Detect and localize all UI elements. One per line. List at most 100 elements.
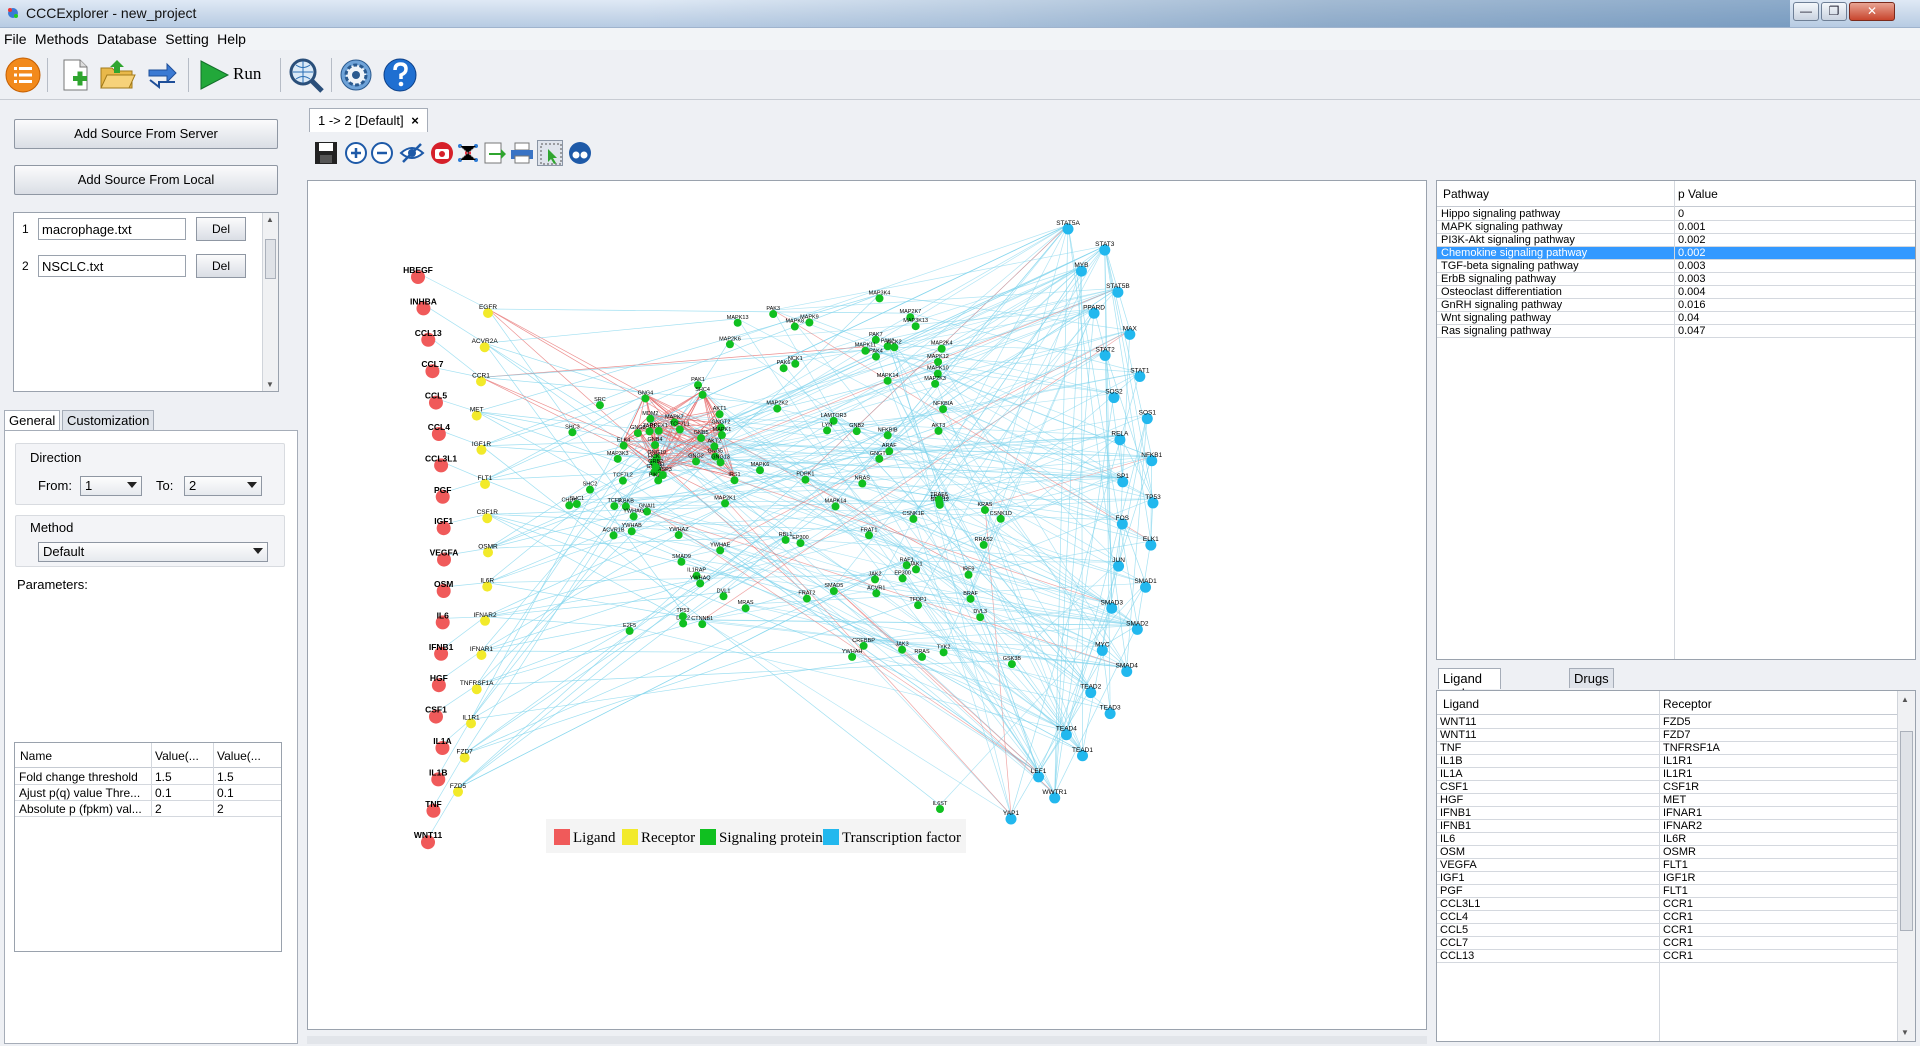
source-file-field[interactable]: NSCLC.txt — [38, 255, 186, 277]
menu-setting[interactable]: Setting — [161, 28, 209, 47]
to-select[interactable]: 2 — [184, 476, 262, 496]
tab-general[interactable]: General — [4, 410, 61, 431]
signaling-node[interactable]: YWHAG — [623, 508, 644, 521]
method-select[interactable]: Default — [38, 542, 268, 562]
maximize-button[interactable]: ❐ — [1821, 2, 1847, 21]
signaling-node[interactable]: LYN — [822, 422, 832, 435]
close-window-button[interactable]: ✕ — [1849, 2, 1895, 21]
receptor-node[interactable]: IFNAR2 — [473, 612, 497, 626]
tab-ligand-and-receptor[interactable]: Ligand and Receptor — [1438, 668, 1501, 716]
layout-button[interactable] — [455, 140, 481, 166]
table-row[interactable]: IL6 IL6R — [1437, 833, 1899, 846]
signaling-node[interactable]: MAP2K3 — [924, 376, 946, 388]
tf-node[interactable]: FOS — [1116, 515, 1130, 530]
column-header-receptor[interactable]: Receptor — [1663, 697, 1712, 711]
tf-node[interactable]: STAT3 — [1095, 241, 1115, 256]
signaling-node[interactable]: CTNNB1 — [691, 616, 713, 629]
zoom-out-button[interactable] — [369, 140, 395, 166]
signaling-node[interactable]: NFKBIB — [878, 427, 898, 440]
signaling-node[interactable]: IL6ST — [933, 801, 948, 813]
table-row[interactable]: Chemokine signaling pathway 0.002 — [1437, 247, 1915, 260]
ligand-node[interactable]: OSM — [434, 579, 453, 598]
receptor-node[interactable]: CSF1R — [477, 509, 499, 524]
table-row[interactable]: Ajust p(q) value Thre... 0.1 0.1 — [15, 785, 281, 801]
select-mode-button[interactable] — [537, 140, 563, 166]
table-row[interactable]: IL1B IL1R1 — [1437, 755, 1899, 768]
table-row[interactable]: Osteoclast differentiation 0.004 — [1437, 286, 1915, 299]
signaling-node[interactable]: YWHAH — [842, 649, 863, 661]
table-row[interactable]: CCL3L1 CCR1 — [1437, 898, 1899, 911]
signaling-node[interactable]: IRS1 — [728, 472, 741, 485]
ligand-node[interactable]: INHBA — [410, 296, 437, 316]
receptor-node[interactable]: IL1R1 — [462, 714, 480, 729]
canvas-scrollbar[interactable] — [307, 1036, 1427, 1044]
receptor-node[interactable]: OSMR — [478, 543, 498, 558]
signaling-node[interactable]: MAP2K6 — [719, 336, 741, 349]
from-select[interactable]: 1 — [80, 476, 142, 496]
tf-node[interactable]: YAP1 — [1003, 810, 1020, 825]
signaling-node[interactable]: SRC — [594, 397, 606, 410]
delete-source-button[interactable]: Del — [196, 217, 246, 241]
ligand-node[interactable]: PGF — [434, 485, 451, 504]
table-row[interactable]: GnRH signaling pathway 0.016 — [1437, 299, 1915, 312]
receptor-node[interactable]: FZD7 — [457, 749, 474, 763]
table-row[interactable]: IFNB1 IFNAR2 — [1437, 820, 1899, 833]
signaling-node[interactable]: MAP2K1 — [714, 495, 736, 508]
signaling-node[interactable]: YWHAQ — [690, 575, 712, 588]
tf-node[interactable]: TEAD1 — [1072, 747, 1093, 762]
signaling-node[interactable]: SHC2 — [583, 482, 598, 494]
table-row[interactable]: CCL7 CCR1 — [1437, 937, 1899, 950]
tf-node[interactable]: WWTR1 — [1042, 789, 1067, 804]
column-header-name[interactable]: Name — [20, 749, 52, 763]
tf-node[interactable]: SMAD1 — [1134, 578, 1157, 593]
ligand-node[interactable]: VEGFA — [430, 548, 459, 567]
signaling-node[interactable]: ACVR1 — [867, 585, 885, 598]
column-header-value2[interactable]: Value(... — [217, 749, 261, 763]
param-value1[interactable]: 1.5 — [155, 770, 172, 784]
tf-node[interactable]: SMAD4 — [1116, 663, 1139, 678]
ligand-node[interactable]: CCL4 — [428, 422, 450, 441]
help-button[interactable] — [381, 56, 419, 94]
table-row[interactable]: MAPK signaling pathway 0.001 — [1437, 221, 1915, 234]
list-menu-button[interactable] — [4, 56, 42, 94]
table-row[interactable]: CCL5 CCR1 — [1437, 924, 1899, 937]
settings-button[interactable] — [337, 56, 375, 94]
source-list-scrollbar[interactable]: ▲ ▼ — [262, 213, 278, 391]
delete-source-button[interactable]: Del — [196, 254, 246, 278]
menu-methods[interactable]: Methods — [31, 28, 89, 47]
tf-node[interactable]: ELK1 — [1143, 536, 1159, 551]
param-value2[interactable]: 2 — [217, 802, 224, 816]
table-row[interactable]: Fold change threshold 1.5 1.5 — [15, 769, 281, 785]
signaling-node[interactable]: MAP3K13 — [903, 318, 928, 331]
table-row[interactable]: PGF FLT1 — [1437, 885, 1899, 898]
ligand-node[interactable]: TNF — [425, 799, 442, 818]
table-row[interactable]: WNT11 FZD5 — [1437, 716, 1899, 729]
signaling-node[interactable]: RRAS — [914, 649, 930, 661]
column-header-p-value[interactable]: p Value — [1678, 187, 1718, 201]
signaling-node[interactable]: E2F5 — [623, 623, 636, 635]
signaling-node[interactable]: MAP3K3 — [607, 451, 629, 463]
table-row[interactable]: HGF MET — [1437, 794, 1899, 807]
scrollbar-thumb[interactable] — [265, 239, 276, 279]
ligand-node[interactable]: IFNB1 — [429, 642, 454, 661]
scroll-down-icon[interactable]: ▼ — [266, 380, 274, 389]
signaling-node[interactable]: MAP2K4 — [931, 341, 953, 353]
lr-table-scrollbar[interactable]: ▲ ▼ — [1897, 691, 1915, 1041]
signaling-node[interactable]: NFKBIA — [933, 401, 953, 414]
tf-node[interactable]: LEF1 — [1031, 768, 1047, 783]
signaling-node[interactable]: MAPK13 — [727, 315, 749, 327]
ligand-node[interactable]: IL6 — [435, 610, 450, 630]
receptor-node[interactable]: FZD5 — [450, 783, 467, 797]
snapshot-button[interactable] — [429, 140, 455, 166]
signaling-node[interactable]: ELK4 — [617, 438, 630, 450]
receptor-node[interactable]: IL6R — [480, 578, 494, 592]
param-value1[interactable]: 0.1 — [155, 786, 172, 800]
signaling-node[interactable]: MAP3K4 — [869, 290, 891, 303]
signaling-node[interactable]: GNG4 — [638, 390, 654, 403]
signaling-node[interactable]: EP300 — [894, 570, 911, 583]
ligand-node[interactable]: IGF1 — [434, 516, 453, 536]
scroll-up-icon[interactable]: ▲ — [266, 215, 274, 224]
import-button[interactable] — [143, 56, 181, 94]
tab-network-view[interactable]: 1 -> 2 [Default] × — [309, 108, 428, 132]
table-row[interactable]: ErbB signaling pathway 0.003 — [1437, 273, 1915, 286]
